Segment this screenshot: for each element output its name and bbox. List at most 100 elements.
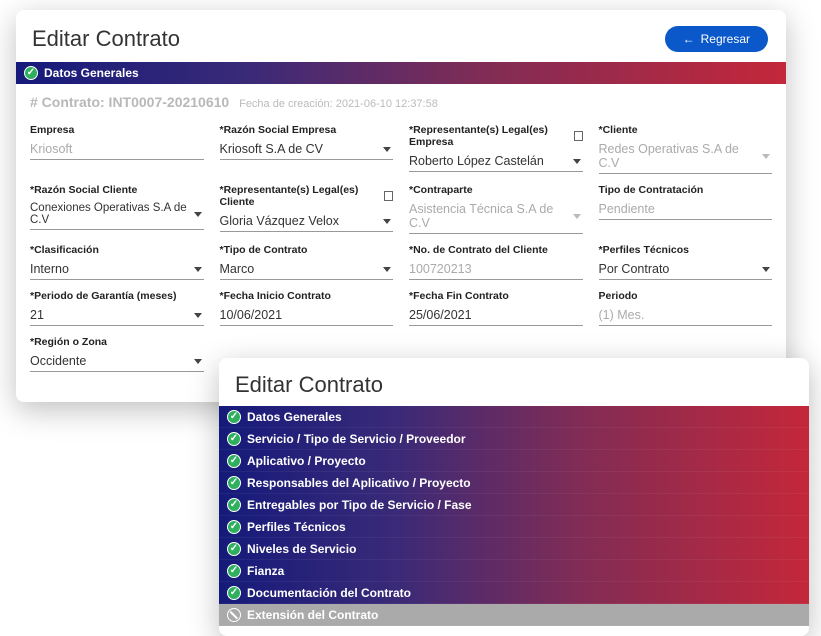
section-row[interactable]: ✓ Documentación del Contrato: [219, 582, 809, 604]
section-row-label: Niveles de Servicio: [247, 542, 356, 556]
label-periodo-garantia: *Periodo de Garantía (meses): [30, 290, 204, 302]
field-razon-cliente: *Razón Social Cliente Conexiones Operati…: [30, 184, 204, 234]
chevron-down-icon: [762, 267, 770, 272]
label-tipo-contrato: *Tipo de Contrato: [220, 244, 394, 256]
select-perfiles-tecnicos[interactable]: Por Contrato: [599, 258, 773, 280]
field-rep-legal-empresa: *Representante(s) Legal(es) Empresa Robe…: [409, 124, 583, 174]
field-fecha-fin: *Fecha Fin Contrato 25/06/2021: [409, 290, 583, 326]
select-rep-legal-cliente[interactable]: Gloria Vázquez Velox: [220, 210, 394, 232]
input-periodo: (1) Mes.: [599, 304, 773, 326]
field-region: *Región o Zona Occidente: [30, 336, 204, 372]
input-fecha-fin[interactable]: 25/06/2021: [409, 304, 583, 326]
main-form-panel: Editar Contrato ← Regresar ✓ Datos Gener…: [16, 10, 786, 402]
chevron-down-icon: [383, 267, 391, 272]
chevron-down-icon: [383, 219, 391, 224]
label-fecha-inicio: *Fecha Inicio Contrato: [220, 290, 394, 302]
field-periodo: Periodo (1) Mes.: [599, 290, 773, 326]
label-cliente: *Cliente: [599, 124, 773, 136]
label-razon-cliente: *Razón Social Cliente: [30, 184, 204, 196]
check-icon: ✓: [227, 564, 241, 578]
section-list: ✓Datos Generales✓Servicio / Tipo de Serv…: [219, 406, 809, 626]
section-row[interactable]: ✓Datos Generales: [219, 406, 809, 428]
select-razon-empresa[interactable]: Kriosoft S.A de CV: [220, 138, 394, 160]
section-row[interactable]: ✓ Entregables por Tipo de Servicio / Fase: [219, 494, 809, 516]
label-contraparte: *Contraparte: [409, 184, 583, 196]
checkbox-rep-legal-cliente[interactable]: [384, 191, 393, 201]
label-empresa: Empresa: [30, 124, 204, 136]
label-region: *Región o Zona: [30, 336, 204, 348]
chevron-down-icon: [383, 147, 391, 152]
section-row-label: Documentación del Contrato: [247, 586, 411, 600]
check-icon: ✓: [227, 542, 241, 556]
checkbox-rep-legal-empresa[interactable]: [574, 131, 583, 141]
field-rep-legal-cliente: *Representante(s) Legal(es) Cliente Glor…: [220, 184, 394, 234]
check-icon: ✓: [24, 66, 38, 80]
back-button[interactable]: ← Regresar: [665, 26, 768, 52]
check-icon: ✓: [227, 586, 241, 600]
label-tipo-contratacion: Tipo de Contratación: [599, 184, 773, 196]
check-icon: ✓: [227, 520, 241, 534]
label-rep-legal-empresa: *Representante(s) Legal(es) Empresa: [409, 124, 583, 148]
field-tipo-contratacion: Tipo de Contratación Pendiente: [599, 184, 773, 234]
label-periodo: Periodo: [599, 290, 773, 302]
section-header-label: Datos Generales: [44, 66, 139, 80]
section-row-label: Servicio / Tipo de Servicio / Proveedor: [247, 432, 466, 446]
field-contraparte: *Contraparte Asistencia Técnica S.A de C…: [409, 184, 583, 234]
section-row-label: Responsables del Aplicativo / Proyecto: [247, 476, 471, 490]
input-fecha-inicio[interactable]: 10/06/2021: [220, 304, 394, 326]
label-perfiles-tecnicos: *Perfiles Técnicos: [599, 244, 773, 256]
select-tipo-contrato[interactable]: Marco: [220, 258, 394, 280]
section-row-label: Aplicativo / Proyecto: [247, 454, 366, 468]
created-date: Fecha de creación: 2021-06-10 12:37:58: [239, 98, 438, 110]
section-row[interactable]: ✓ Servicio / Tipo de Servicio / Proveedor: [219, 428, 809, 450]
section-row-label: Datos Generales: [247, 410, 342, 424]
select-cliente: Redes Operativas S.A de C.V: [599, 138, 773, 174]
select-region[interactable]: Occidente: [30, 350, 204, 372]
section-row-label: Perfiles Técnicos: [247, 520, 346, 534]
input-empresa: Kriosoft: [30, 138, 204, 160]
label-clasificacion: *Clasificación: [30, 244, 204, 256]
sections-panel: Editar Contrato ✓Datos Generales✓Servici…: [219, 358, 809, 636]
chevron-down-icon: [573, 214, 581, 219]
field-fecha-inicio: *Fecha Inicio Contrato 10/06/2021: [220, 290, 394, 326]
section-row[interactable]: ✓Aplicativo / Proyecto: [219, 450, 809, 472]
check-icon: ✓: [227, 498, 241, 512]
field-clasificacion: *Clasificación Interno: [30, 244, 204, 280]
section-row[interactable]: ✓ Perfiles Técnicos: [219, 516, 809, 538]
back-button-label: Regresar: [701, 32, 750, 46]
section-row[interactable]: ✓Fianza: [219, 560, 809, 582]
chevron-down-icon: [762, 154, 770, 159]
page-title: Editar Contrato: [32, 26, 180, 52]
select-rep-legal-empresa[interactable]: Roberto López Castelán: [409, 150, 583, 172]
contract-meta: # Contrato: INT0007-20210610 Fecha de cr…: [16, 84, 786, 114]
page-header-front: Editar Contrato: [219, 358, 809, 406]
select-periodo-garantia[interactable]: 21: [30, 304, 204, 326]
page-title-front: Editar Contrato: [235, 372, 383, 398]
form-grid: Empresa Kriosoft *Razón Social Empresa K…: [16, 114, 786, 382]
section-row-label: Entregables por Tipo de Servicio / Fase: [247, 498, 472, 512]
field-no-contrato-cliente: *No. de Contrato del Cliente 100720213: [409, 244, 583, 280]
check-icon: ✓: [227, 432, 241, 446]
chevron-down-icon: [194, 212, 202, 217]
input-tipo-contratacion: Pendiente: [599, 198, 773, 220]
input-no-contrato-cliente: 100720213: [409, 258, 583, 280]
select-contraparte: Asistencia Técnica S.A de C.V: [409, 198, 583, 234]
label-razon-empresa: *Razón Social Empresa: [220, 124, 394, 136]
field-razon-empresa: *Razón Social Empresa Kriosoft S.A de CV: [220, 124, 394, 174]
field-empresa: Empresa Kriosoft: [30, 124, 204, 174]
label-no-contrato-cliente: *No. de Contrato del Cliente: [409, 244, 583, 256]
select-clasificacion[interactable]: Interno: [30, 258, 204, 280]
section-row[interactable]: ✓ Niveles de Servicio: [219, 538, 809, 560]
field-perfiles-tecnicos: *Perfiles Técnicos Por Contrato: [599, 244, 773, 280]
section-row[interactable]: ✓Responsables del Aplicativo / Proyecto: [219, 472, 809, 494]
label-fecha-fin: *Fecha Fin Contrato: [409, 290, 583, 302]
chevron-down-icon: [573, 159, 581, 164]
field-tipo-contrato: *Tipo de Contrato Marco: [220, 244, 394, 280]
chevron-down-icon: [194, 359, 202, 364]
disabled-icon: [227, 608, 241, 622]
section-row[interactable]: Extensión del Contrato: [219, 604, 809, 626]
section-header-bar[interactable]: ✓ Datos Generales: [16, 62, 786, 84]
select-razon-cliente[interactable]: Conexiones Operativas S.A de C.V: [30, 198, 204, 230]
field-cliente: *Cliente Redes Operativas S.A de C.V: [599, 124, 773, 174]
section-row-label: Extensión del Contrato: [247, 608, 378, 622]
